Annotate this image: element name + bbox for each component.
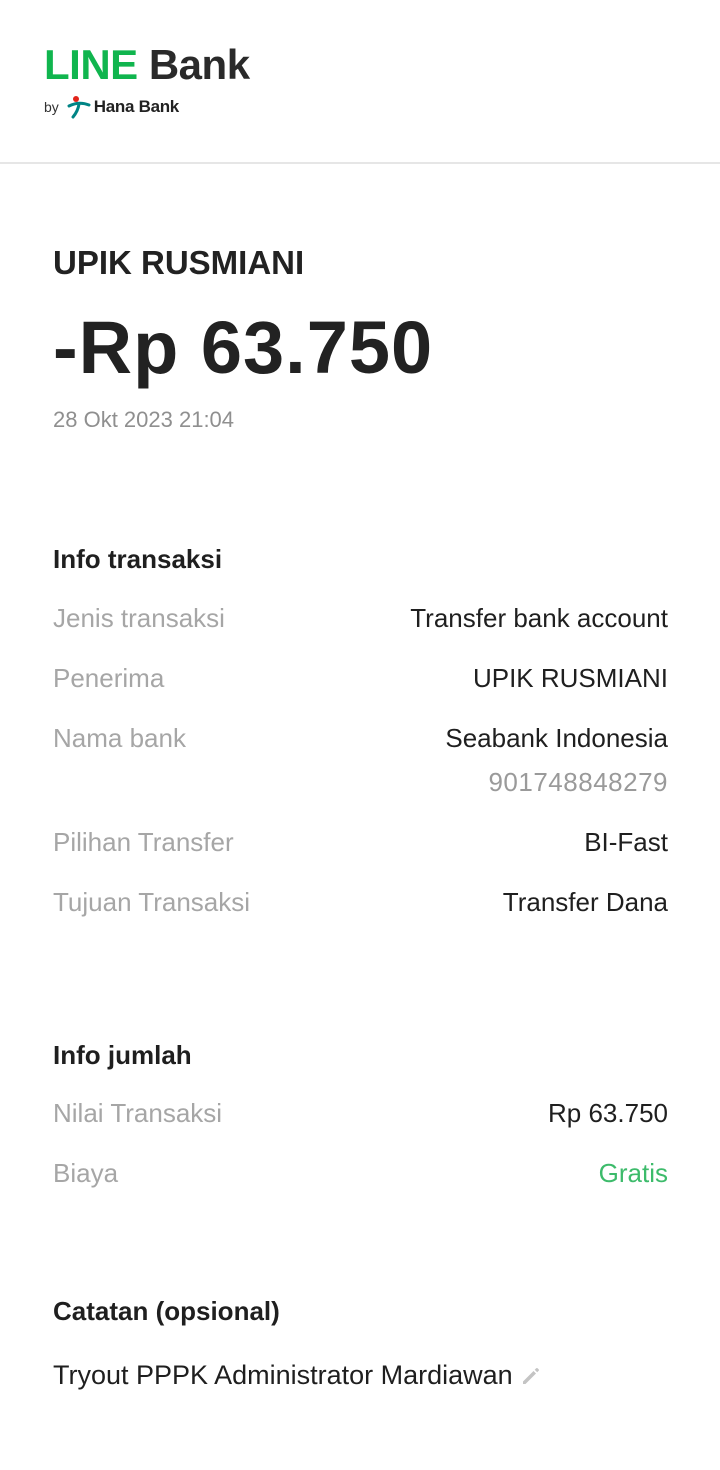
row-recipient: Penerima UPIK RUSMIANI [53,663,668,703]
logo-hana-text: Hana Bank [93,97,179,116]
note-title: Catatan (opsional) [53,1296,280,1326]
row-value: Rp 63.750 [548,1098,668,1128]
row-label: Nama bank [53,723,186,753]
recipient-name: UPIK RUSMIANI [53,244,305,281]
amount-info-title: Info jumlah [53,1040,192,1070]
row-transaction-value: Nilai Transaksi Rp 63.750 [53,1098,668,1138]
transaction-info-title: Info transaksi [53,544,223,574]
row-label: Tujuan Transaksi [53,887,251,917]
logo-line-text: LINE [44,41,138,88]
logo-bank-text: Bank [148,41,250,88]
transaction-amount: -Rp 63.750 [53,306,434,389]
row-value: BI-Fast [584,827,668,857]
row-transaction-type: Jenis transaksi Transfer bank account [53,603,668,643]
row-transfer-option: Pilihan Transfer BI-Fast [53,827,668,867]
row-fee: Biaya Gratis [53,1158,668,1198]
row-label: Biaya [53,1158,119,1188]
logo-wordmark: LINE Bank [44,42,250,88]
note-text: Tryout PPPK Administrator Mardiawan [53,1360,513,1390]
hana-bank-icon [67,96,91,119]
row-bank-name: Nama bank Seabank Indonesia 901748848279 [53,723,668,813]
row-value: Transfer Dana [502,887,668,917]
row-label: Nilai Transaksi [53,1098,223,1128]
fee-value: Gratis [598,1158,668,1188]
logo-byline: by Hana Bank [44,94,179,120]
row-label: Pilihan Transfer [53,827,234,857]
app-header: LINE Bank by Hana Bank [0,0,720,164]
row-transaction-purpose: Tujuan Transaksi Transfer Dana [53,887,668,927]
row-label: Jenis transaksi [53,603,225,633]
row-value: UPIK RUSMIANI [472,663,668,693]
line-bank-logo: LINE Bank by Hana Bank [44,42,250,119]
account-number: 901748848279 [488,767,668,797]
logo-by-text: by [44,99,59,115]
row-label: Penerima [53,663,165,693]
row-value: Transfer bank account [410,603,668,633]
note-field[interactable]: Tryout PPPK Administrator Mardiawan [53,1360,543,1391]
transaction-datetime: 28 Okt 2023 21:04 [53,407,235,432]
row-value: Seabank Indonesia [445,723,668,753]
pencil-icon[interactable] [519,1364,543,1388]
